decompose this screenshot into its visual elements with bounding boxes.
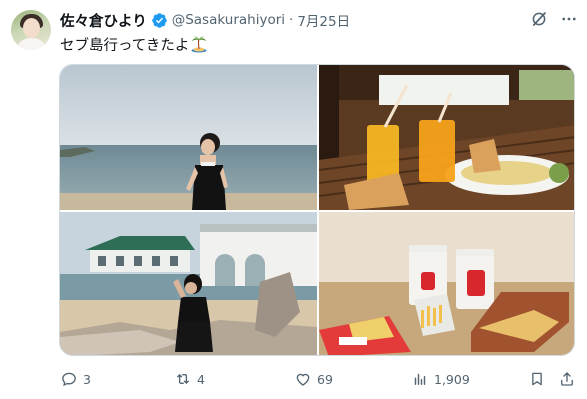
avatar-body xyxy=(16,38,47,50)
tweet-text: セブ島行ってきたよ xyxy=(60,34,208,55)
avatar[interactable] xyxy=(11,10,51,50)
views-button[interactable]: 1,909 xyxy=(411,370,470,388)
bookmark-icon xyxy=(532,372,542,386)
action-bar: 3 4 69 1,909 xyxy=(58,370,580,390)
reply-button[interactable]: 3 xyxy=(60,370,91,388)
breakfast-juice-image xyxy=(319,65,574,210)
retweet-button[interactable]: 4 xyxy=(174,370,205,388)
resort-driftwood-image xyxy=(60,212,317,355)
author-name[interactable]: 佐々倉ひより xyxy=(60,10,147,31)
reply-icon xyxy=(62,372,76,387)
avatar-face xyxy=(23,18,40,38)
retweet-count: 4 xyxy=(197,371,205,387)
like-count: 69 xyxy=(317,371,333,387)
photo-resort-driftwood[interactable] xyxy=(60,212,317,355)
share-button[interactable] xyxy=(558,370,581,388)
beach-portrait-image xyxy=(60,65,317,210)
grok-icon[interactable] xyxy=(530,10,548,28)
view-count: 1,909 xyxy=(434,371,470,387)
like-button[interactable]: 69 xyxy=(294,370,333,388)
header-separator: · xyxy=(289,12,294,28)
bookmark-button[interactable] xyxy=(528,370,551,388)
retweet-icon xyxy=(176,373,190,385)
reply-count: 3 xyxy=(83,371,91,387)
tweet-header: 佐々倉ひより @Sasakurahiyori · 7月25日 xyxy=(60,10,350,30)
share-icon xyxy=(561,372,573,386)
photo-fast-food[interactable] xyxy=(319,212,574,355)
photo-beach-portrait[interactable] xyxy=(60,65,317,210)
fast-food-image xyxy=(319,212,574,355)
tweet-date[interactable]: 7月25日 xyxy=(297,10,350,30)
more-options-icon[interactable] xyxy=(560,10,578,28)
views-chart-icon xyxy=(414,373,426,385)
palm-tree-island-icon xyxy=(191,36,207,53)
author-handle[interactable]: @Sasakurahiyori xyxy=(172,12,285,28)
heart-icon xyxy=(296,373,310,386)
photo-breakfast-juice[interactable] xyxy=(319,65,574,210)
tweet-text-content: セブ島行ってきたよ xyxy=(60,38,190,54)
verified-badge-icon[interactable] xyxy=(151,12,168,29)
media-grid xyxy=(59,64,575,356)
